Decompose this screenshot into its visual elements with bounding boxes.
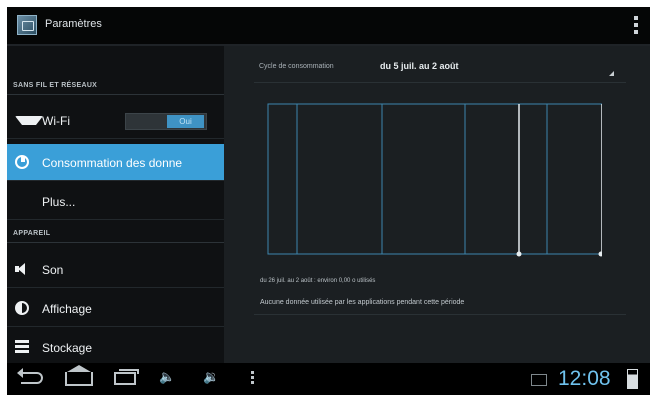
volume-down-icon[interactable]: 🔈 bbox=[159, 369, 175, 385]
sidebar-item-sound[interactable]: Son bbox=[7, 251, 224, 288]
settings-app-icon[interactable] bbox=[17, 15, 37, 35]
recent-apps-icon[interactable] bbox=[114, 369, 139, 385]
storage-icon bbox=[15, 340, 29, 354]
wifi-icon bbox=[15, 116, 43, 139]
section-divider bbox=[7, 94, 224, 95]
section-header-wireless: SANS FIL ET RÉSEAUX bbox=[13, 82, 98, 89]
sidebar-item-display[interactable]: Affichage bbox=[7, 290, 224, 327]
sidebar-item-data-usage[interactable]: Consommation des donne bbox=[7, 144, 224, 181]
settings-sidebar: SANS FIL ET RÉSEAUX Wi-Fi Oui Consommati… bbox=[7, 46, 224, 366]
sound-icon bbox=[15, 262, 29, 276]
action-bar: Paramètres bbox=[7, 7, 650, 46]
overflow-menu-icon[interactable] bbox=[251, 371, 254, 386]
tablet-screen: Paramètres SANS FIL ET RÉSEAUX Wi-Fi Oui… bbox=[7, 7, 650, 395]
divider bbox=[254, 314, 626, 315]
sidebar-item-label: Affichage bbox=[42, 302, 92, 316]
battery-icon[interactable] bbox=[627, 369, 638, 389]
sidebar-item-label: Wi-Fi bbox=[42, 114, 70, 128]
overflow-menu-icon[interactable] bbox=[634, 16, 638, 36]
wifi-toggle-state: Oui bbox=[167, 115, 204, 128]
back-icon[interactable] bbox=[17, 368, 43, 384]
cycle-label: Cycle de consommation bbox=[259, 63, 334, 70]
data-usage-icon bbox=[15, 155, 29, 169]
sidebar-item-label: Stockage bbox=[42, 341, 93, 355]
cycle-dropdown[interactable]: du 5 juil. au 2 août bbox=[380, 61, 459, 71]
section-divider bbox=[7, 242, 224, 243]
volume-up-icon[interactable]: 🔉 bbox=[203, 369, 219, 385]
wifi-toggle[interactable]: Oui bbox=[125, 113, 207, 130]
display-icon bbox=[15, 301, 29, 315]
home-icon[interactable] bbox=[65, 365, 93, 386]
sidebar-item-storage[interactable]: Stockage bbox=[7, 329, 224, 366]
sidebar-item-more[interactable]: Plus... bbox=[7, 183, 224, 220]
chart-frame bbox=[267, 103, 602, 255]
clock[interactable]: 12:08 bbox=[558, 367, 611, 391]
usage-range-text: du 26 juil. au 2 août : environ 0,00 o u… bbox=[260, 278, 376, 284]
navigation-bar: 🔈 🔉 12:08 bbox=[7, 363, 650, 395]
data-usage-panel: Cycle de consommation du 5 juil. au 2 ao… bbox=[224, 46, 650, 363]
section-header-device: APPAREIL bbox=[13, 230, 51, 237]
sidebar-item-label: Son bbox=[42, 263, 64, 277]
range-start-handle[interactable] bbox=[516, 251, 522, 257]
no-apps-message: Aucune donnée utilisée par les applicati… bbox=[260, 299, 465, 306]
range-end-handle[interactable] bbox=[598, 251, 603, 257]
data-usage-chart[interactable] bbox=[254, 96, 602, 261]
sidebar-item-wifi[interactable]: Wi-Fi Oui bbox=[7, 102, 224, 139]
dropdown-arrow-icon[interactable] bbox=[609, 71, 614, 76]
divider bbox=[254, 82, 626, 83]
sidebar-item-label: Plus... bbox=[42, 195, 76, 209]
screenshot-notification-icon[interactable] bbox=[531, 374, 547, 386]
app-title: Paramètres bbox=[45, 18, 102, 30]
sidebar-item-label: Consommation des donne bbox=[42, 156, 183, 170]
